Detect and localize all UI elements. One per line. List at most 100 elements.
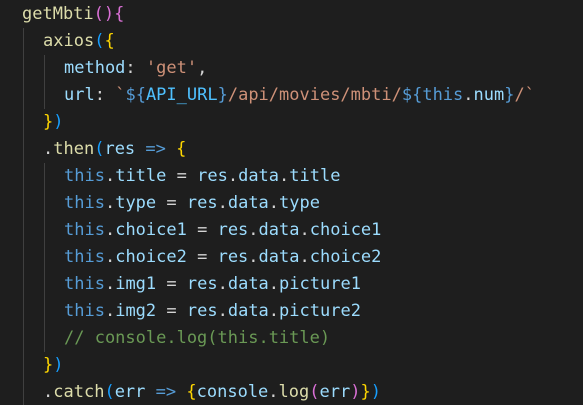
code-token: () (93, 4, 115, 24)
code-token: method (64, 58, 126, 78)
code-token: . (299, 220, 310, 240)
code-token: : (94, 85, 116, 105)
code-token: ${ (401, 85, 423, 105)
code-token: API_URL (145, 85, 218, 105)
code-token: this (422, 85, 464, 105)
code-token: ) (370, 382, 381, 402)
code-token: = (156, 301, 187, 321)
code-text: axios({ (43, 28, 115, 55)
code-token: picture1 (279, 274, 361, 294)
code-token: . (43, 382, 54, 402)
code-token: . (248, 247, 259, 267)
indent-guide (23, 379, 24, 405)
code-token: ) (350, 382, 361, 402)
code-token: url (64, 85, 95, 105)
code-token: . (104, 220, 116, 240)
code-token: } (43, 112, 54, 132)
code-token: } (504, 85, 515, 105)
indent-guide (44, 163, 45, 190)
indent-guide (23, 190, 24, 217)
code-token: catch (53, 382, 105, 402)
code-token: . (104, 193, 116, 213)
code-token: . (217, 193, 228, 213)
code-token: /` (514, 85, 535, 105)
code-token: } (43, 355, 54, 375)
code-token: } (217, 85, 228, 105)
code-token: this (64, 220, 105, 240)
code-token: ( (104, 382, 115, 402)
code-text: this.img1 = res.data.picture1 (64, 271, 361, 298)
code-token: ( (94, 139, 105, 159)
code-token: . (268, 301, 280, 321)
code-text: this.choice1 = res.data.choice1 (64, 217, 381, 244)
code-editor[interactable]: getMbti(){axios({method: 'get', url: `${A… (0, 0, 583, 405)
code-token: = (156, 274, 187, 294)
code-token: picture2 (279, 301, 361, 321)
code-token: data (258, 220, 300, 240)
code-token: res (186, 193, 218, 213)
code-token: then (53, 139, 95, 159)
code-token: . (217, 274, 228, 294)
code-token: . (104, 166, 116, 186)
code-token: this (64, 193, 105, 213)
code-token: ) (53, 355, 64, 375)
code-token: } (360, 382, 371, 402)
code-text: this.img2 = res.data.picture2 (64, 298, 361, 325)
indent-guide (44, 55, 45, 82)
indent-guide (44, 271, 45, 298)
indent-guide (23, 109, 24, 136)
code-token: . (104, 301, 116, 321)
code-token: { (186, 382, 197, 402)
code-text: }) (43, 109, 64, 136)
code-token: data (227, 301, 269, 321)
code-token: this (64, 301, 105, 321)
code-token: data (227, 193, 269, 213)
code-token: err (319, 382, 351, 402)
code-token: . (217, 301, 228, 321)
code-token: res (186, 301, 218, 321)
code-token: /api/movies/mbti/ (227, 85, 402, 105)
code-token: num (473, 85, 505, 105)
code-token: title (289, 166, 341, 186)
code-token: { (114, 4, 125, 24)
code-token: type (279, 193, 320, 213)
code-token: res (104, 139, 136, 159)
code-token: => (155, 382, 177, 402)
code-token: axios (43, 31, 95, 51)
code-token: data (227, 274, 269, 294)
code-token: title (115, 166, 167, 186)
indent-guide (23, 82, 24, 109)
code-token: err (114, 382, 146, 402)
code-token: . (299, 247, 310, 267)
code-text: this.title = res.data.title (64, 163, 340, 190)
code-token: : (125, 58, 146, 78)
code-token: ( (94, 31, 105, 51)
code-token: choice2 (115, 247, 187, 267)
code-token: // console.log(this.title) (64, 328, 331, 348)
indent-guide (23, 298, 24, 325)
code-token: getMbti (22, 4, 94, 24)
code-token: ( (309, 382, 320, 402)
code-token: this (64, 166, 105, 186)
code-token: console (196, 382, 269, 402)
code-text: method: 'get', (64, 55, 207, 82)
code-token: ` (115, 85, 126, 105)
code-token: res (197, 166, 228, 186)
indent-guide (44, 298, 45, 325)
code-token: ) (53, 112, 64, 132)
code-text: this.choice2 = res.data.choice2 (64, 244, 381, 271)
indent-guide (44, 244, 45, 271)
code-token: => (145, 139, 166, 159)
code-token: . (268, 274, 280, 294)
code-token: type (115, 193, 157, 213)
indent-guide (23, 352, 24, 379)
code-token: img2 (115, 301, 157, 321)
indent-guide (23, 271, 24, 298)
code-token: . (248, 220, 259, 240)
indent-guide (23, 325, 24, 352)
code-token: { (104, 31, 115, 51)
